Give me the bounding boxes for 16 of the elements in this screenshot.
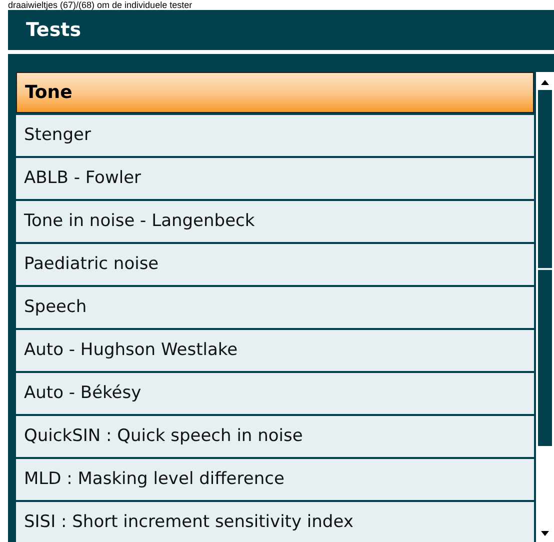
test-list-item[interactable]: Auto - Békésy bbox=[16, 373, 534, 414]
test-list-item[interactable]: Tone in noise - Langenbeck bbox=[16, 201, 534, 242]
test-list-item[interactable]: Speech bbox=[16, 287, 534, 328]
caption-text: draaiwieltjes (67)/(68) om de individuele tester bbox=[8, 0, 192, 10]
test-list-item[interactable]: MLD : Masking level difference bbox=[16, 459, 534, 500]
panel-title: Tests bbox=[26, 18, 82, 43]
test-list-item[interactable]: Paediatric noise bbox=[16, 244, 534, 285]
test-list-item[interactable]: QuickSIN : Quick speech in noise bbox=[16, 416, 534, 457]
scrollbar[interactable] bbox=[536, 72, 554, 542]
test-list-item[interactable]: Stenger bbox=[16, 115, 534, 156]
scroll-down-icon[interactable] bbox=[540, 530, 550, 538]
test-list-item[interactable]: Tone bbox=[16, 72, 534, 113]
test-list-item[interactable]: ABLB - Fowler bbox=[16, 158, 534, 199]
test-list-item[interactable]: SISI : Short increment sensitivity index bbox=[16, 502, 534, 542]
scroll-up-icon[interactable] bbox=[540, 78, 550, 86]
test-list-item[interactable]: Auto - Hughson Westlake bbox=[16, 330, 534, 371]
